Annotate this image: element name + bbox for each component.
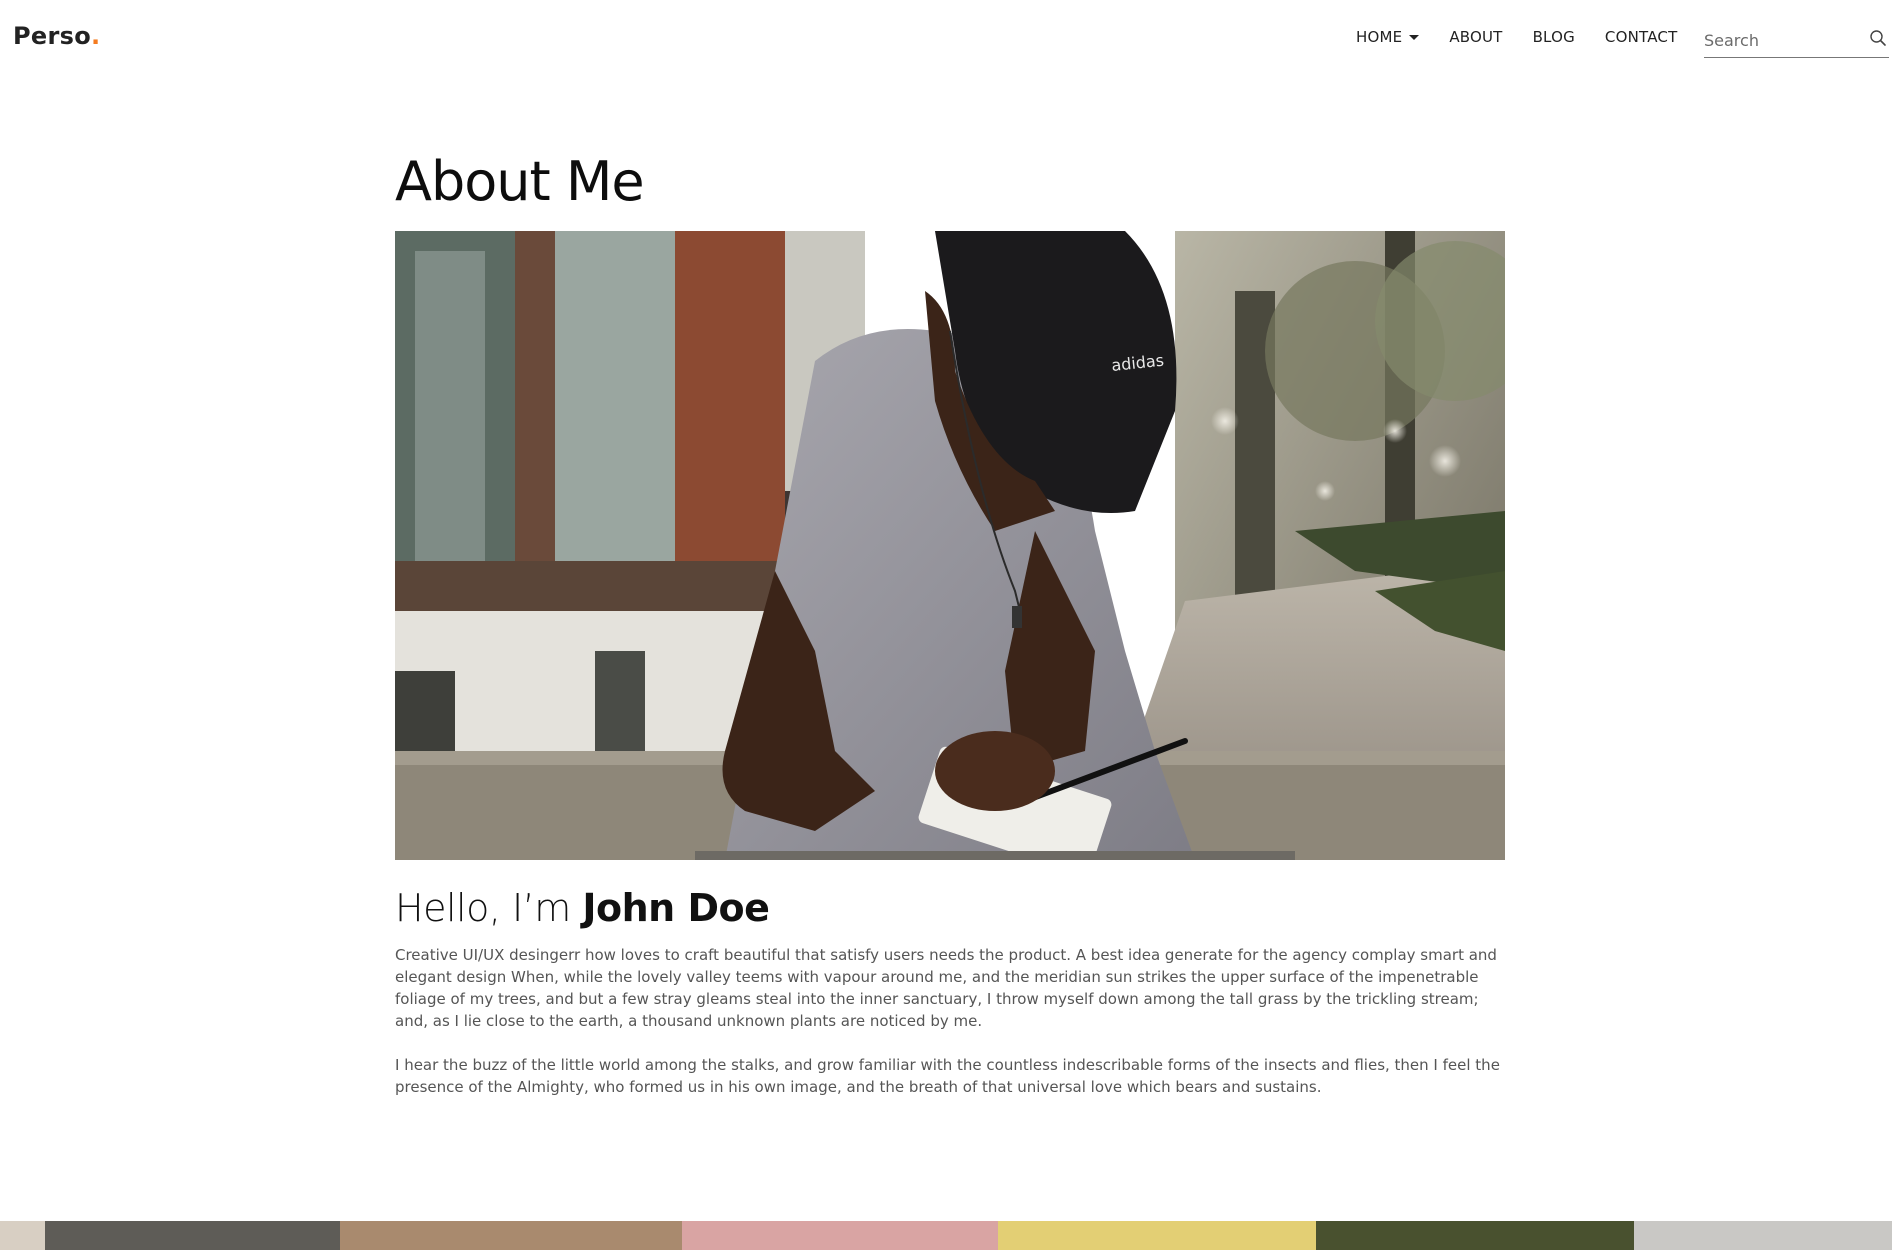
nav-item-label: ABOUT (1449, 28, 1503, 46)
nav-item-label: HOME (1356, 28, 1403, 46)
brand-logo[interactable]: Perso. (13, 22, 100, 50)
greeting-prefix: Hello, I’m (395, 885, 583, 930)
search-input[interactable] (1704, 28, 1854, 52)
search-box (1704, 24, 1889, 58)
hero-photo: adidas (395, 230, 1505, 860)
nav-item-label: CONTACT (1604, 28, 1678, 46)
search-icon[interactable] (1869, 29, 1887, 47)
strip-image[interactable] (682, 1221, 998, 1250)
page-title: About Me (395, 150, 645, 213)
about-section: About Me adidas Hello, I’m John Doe Crea… (395, 150, 1505, 1098)
instagram-strip (0, 1221, 1892, 1250)
brand-dot: . (90, 22, 101, 50)
brand-name: Perso (13, 22, 91, 50)
strip-image[interactable] (45, 1221, 340, 1250)
strip-image[interactable] (340, 1221, 682, 1250)
strip-image[interactable] (998, 1221, 1316, 1250)
strip-image[interactable] (0, 1221, 45, 1250)
bio-paragraph-2: I hear the buzz of the little world amon… (395, 1055, 1500, 1096)
greeting-heading: Hello, I’m John Doe (395, 886, 1505, 930)
hero-image: adidas (395, 230, 1505, 860)
nav-item-home[interactable]: HOME (1356, 28, 1420, 46)
nav-item-label: BLOG (1532, 28, 1575, 46)
bio-paragraph-1: Creative UI/UX desingerr how loves to cr… (395, 945, 1497, 1030)
nav-item-contact[interactable]: CONTACT (1605, 28, 1678, 46)
nav-item-about[interactable]: ABOUT (1449, 28, 1502, 46)
strip-image[interactable] (1634, 1221, 1892, 1250)
strip-image[interactable] (1316, 1221, 1634, 1250)
navbar: Perso. HOME ABOUT BLOG CONTACT (0, 0, 1892, 78)
person-name: John Doe (582, 885, 770, 930)
main-nav: HOME ABOUT BLOG CONTACT (1356, 28, 1707, 46)
nav-item-blog[interactable]: BLOG (1533, 28, 1575, 46)
caret-down-icon (1409, 35, 1420, 40)
